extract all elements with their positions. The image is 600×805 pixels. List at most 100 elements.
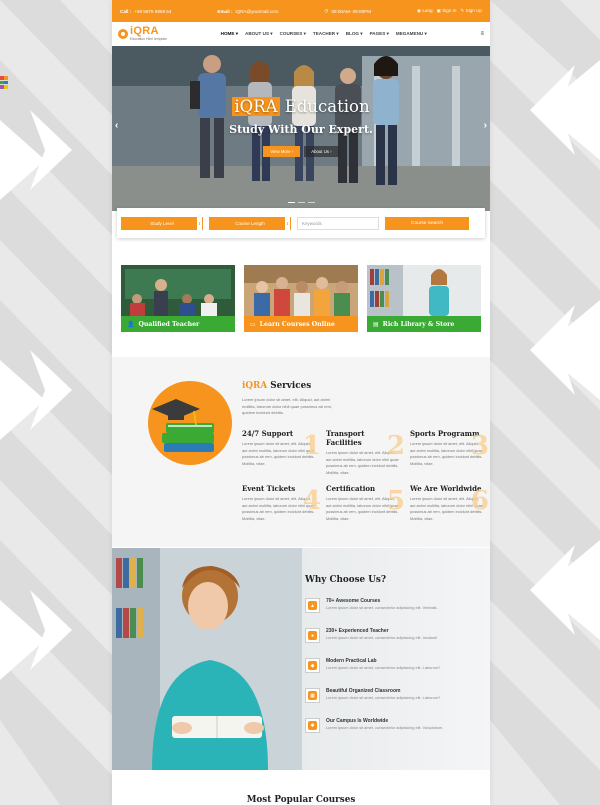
slider-dots xyxy=(112,201,490,203)
signin-link[interactable]: ▣ Sign In xyxy=(437,8,457,14)
why-item-text: Lorem ipsum dolor sit amet, consectetur … xyxy=(326,665,441,670)
why-item-title: Modern Practical Lab xyxy=(326,658,377,664)
course-search-bar: Study Level Course Length Keywords Cours… xyxy=(117,208,485,238)
hero-title-text: Education xyxy=(279,97,370,116)
why-item: ▲ 70+ Awesome Courses Lorem ipsum dolor … xyxy=(305,598,445,613)
menu-item-teacher[interactable]: TEACHER ▾ xyxy=(313,31,339,37)
feature-label: Qualified Teacher xyxy=(138,320,200,328)
library-image xyxy=(367,265,481,316)
menu-item-blog[interactable]: BLOG ▾ xyxy=(346,31,363,37)
why-title: Why Choose Us? xyxy=(305,575,386,585)
feature-caption: 👤 Qualified Teacher xyxy=(121,316,235,332)
classroom-image xyxy=(121,265,235,316)
site-logo[interactable]: iQRA Education Html template xyxy=(118,26,167,41)
graduation-books-icon xyxy=(148,381,232,465)
call-label: Call : xyxy=(120,8,132,14)
feature-card-online[interactable]: ▭ Learn Courses Online xyxy=(244,265,358,332)
feature-cards: 👤 Qualified Teacher ▭ Learn Courses Onli… xyxy=(121,265,481,332)
service-number: 5 xyxy=(386,486,405,516)
phone-number[interactable]: +98 5875 9868 54 xyxy=(134,9,171,14)
menu-item-courses[interactable]: COURSES ▾ xyxy=(280,31,306,37)
why-item-text: Lorem ipsum dolor sit amet, consectetur … xyxy=(326,635,438,640)
view-more-button[interactable]: View More › xyxy=(263,146,301,157)
feature-caption: ▭ Learn Courses Online xyxy=(244,316,358,332)
pencil-icon: ✎ xyxy=(460,8,465,13)
hero-subtitle: Study With Our Expert. xyxy=(229,123,373,136)
chevron-left-icon[interactable]: ‹ xyxy=(115,120,118,131)
why-choose-section: Why Choose Us? ▲ 70+ Awesome Courses Lor… xyxy=(112,548,490,770)
opening-hours: ◷ 08:00AM- 09:00PM xyxy=(324,8,371,14)
feature-caption: ▤ Rich Library & Store xyxy=(367,316,481,332)
feature-card-library[interactable]: ▤ Rich Library & Store xyxy=(367,265,481,332)
why-item-title: Beautiful Organized Classroom xyxy=(326,688,401,694)
service-number: 6 xyxy=(470,486,489,516)
why-item: ● 230+ Experienced Teacher Lorem ipsum d… xyxy=(305,628,445,643)
feature-label: Rich Library & Store xyxy=(382,320,455,328)
color-switcher-tab[interactable] xyxy=(0,76,8,90)
services-intro: Lorem ipsum dolor sit amet, elit. Aliqui… xyxy=(242,397,333,415)
top-bar: Call : +98 5875 9868 54 Email : iQRA@you… xyxy=(112,0,490,22)
why-item-title: 70+ Awesome Courses xyxy=(326,598,381,604)
menu-item-about[interactable]: ABOUT US ▾ xyxy=(245,31,273,37)
why-item: ◆ Modern Practical Lab Lorem ipsum dolor… xyxy=(305,658,445,673)
service-number: 4 xyxy=(302,486,321,516)
slider-dot[interactable] xyxy=(297,201,305,203)
hamburger-icon[interactable]: ≡ xyxy=(480,31,484,37)
main-menu: HOME ▾ ABOUT US ▾ COURSES ▾ TEACHER ▾ BL… xyxy=(221,31,427,37)
slider-dot[interactable] xyxy=(307,201,315,203)
study-level-select[interactable]: Study Level xyxy=(121,216,203,230)
teacher-icon: ● xyxy=(308,631,317,640)
why-item-icon-box: ● xyxy=(305,628,320,643)
monitor-icon: ▭ xyxy=(250,320,256,328)
why-item-text: Lorem ipsum dolor sit amet, consectetur … xyxy=(326,695,441,700)
why-item-icon-box: ✱ xyxy=(305,718,320,733)
email-label: Email : xyxy=(217,8,233,14)
services-section: iQRA Services Lorem ipsum dolor sit amet… xyxy=(112,357,490,547)
service-item: 2 Transport Facilities Lorem ipsum dolor… xyxy=(326,429,405,476)
why-item-icon-box: ◆ xyxy=(305,658,320,673)
book-icon: ▤ xyxy=(373,320,379,328)
logo-name: iQRA xyxy=(130,25,159,38)
hero-brand: iQRA xyxy=(232,97,280,116)
hours-text: 08:00AM- 09:00PM xyxy=(331,8,372,14)
feature-card-teacher[interactable]: 👤 Qualified Teacher xyxy=(121,265,235,332)
service-number: 3 xyxy=(470,431,489,461)
service-item: 6 We Are Worldwide Lorem ipsum dolor sit… xyxy=(410,484,489,522)
website-page: Call : +98 5875 9868 54 Email : iQRA@you… xyxy=(112,0,490,805)
signup-link[interactable]: ✎ Sign Up xyxy=(461,8,482,14)
signin-label: Sign In xyxy=(442,8,457,13)
menu-item-home[interactable]: HOME ▾ xyxy=(221,31,238,37)
clock-icon: ◷ xyxy=(324,8,329,13)
service-item: 3 Sports Programm Lorem ipsum dolor sit … xyxy=(410,429,489,467)
hero-buttons: View More › About Us › xyxy=(112,146,490,157)
services-title-text: Services xyxy=(267,381,312,391)
feature-label: Learn Courses Online xyxy=(259,320,335,328)
students-group-image xyxy=(244,265,358,316)
service-number: 1 xyxy=(302,431,321,461)
menu-item-megamenu[interactable]: MEGAMENU ▾ xyxy=(396,31,427,37)
service-number: 2 xyxy=(386,431,405,461)
keywords-input[interactable]: Keywords xyxy=(297,216,379,230)
chevron-right-icon[interactable]: › xyxy=(484,120,487,131)
contact-phone: Call : +98 5875 9868 54 xyxy=(120,9,171,14)
lock-icon: ▣ xyxy=(436,8,441,13)
menu-item-pages[interactable]: PAGES ▾ xyxy=(370,31,389,37)
lang-link[interactable]: ◉ Lang xyxy=(417,8,433,14)
course-search-button[interactable]: Course Search xyxy=(385,216,469,230)
why-item: ▦ Beautiful Organized Classroom Lorem ip… xyxy=(305,688,445,703)
course-length-select[interactable]: Course Length xyxy=(209,216,291,230)
main-navbar: iQRA Education Html template HOME ▾ ABOU… xyxy=(112,22,490,46)
why-item: ✱ Our Campus Is Worldwide Lorem ipsum do… xyxy=(305,718,445,733)
service-item: 1 24/7 Support Lorem ipsum dolor sit ame… xyxy=(242,429,321,467)
slider-dot[interactable] xyxy=(287,201,295,203)
user-icon: 👤 xyxy=(127,320,135,328)
about-us-button[interactable]: About Us › xyxy=(304,146,339,157)
email-address[interactable]: iQRA@yourmail.com xyxy=(235,9,278,14)
flask-icon: ◆ xyxy=(308,661,317,670)
hero-slider: iQRA Education Study With Our Expert. Vi… xyxy=(112,46,490,211)
services-title: iQRA Services xyxy=(242,381,311,391)
top-links: ◉ Lang ▣ Sign In ✎ Sign Up xyxy=(417,8,482,14)
signup-label: Sign Up xyxy=(465,8,482,13)
graduation-cap-icon: ▲ xyxy=(308,601,317,610)
globe-icon: ✱ xyxy=(308,721,317,730)
